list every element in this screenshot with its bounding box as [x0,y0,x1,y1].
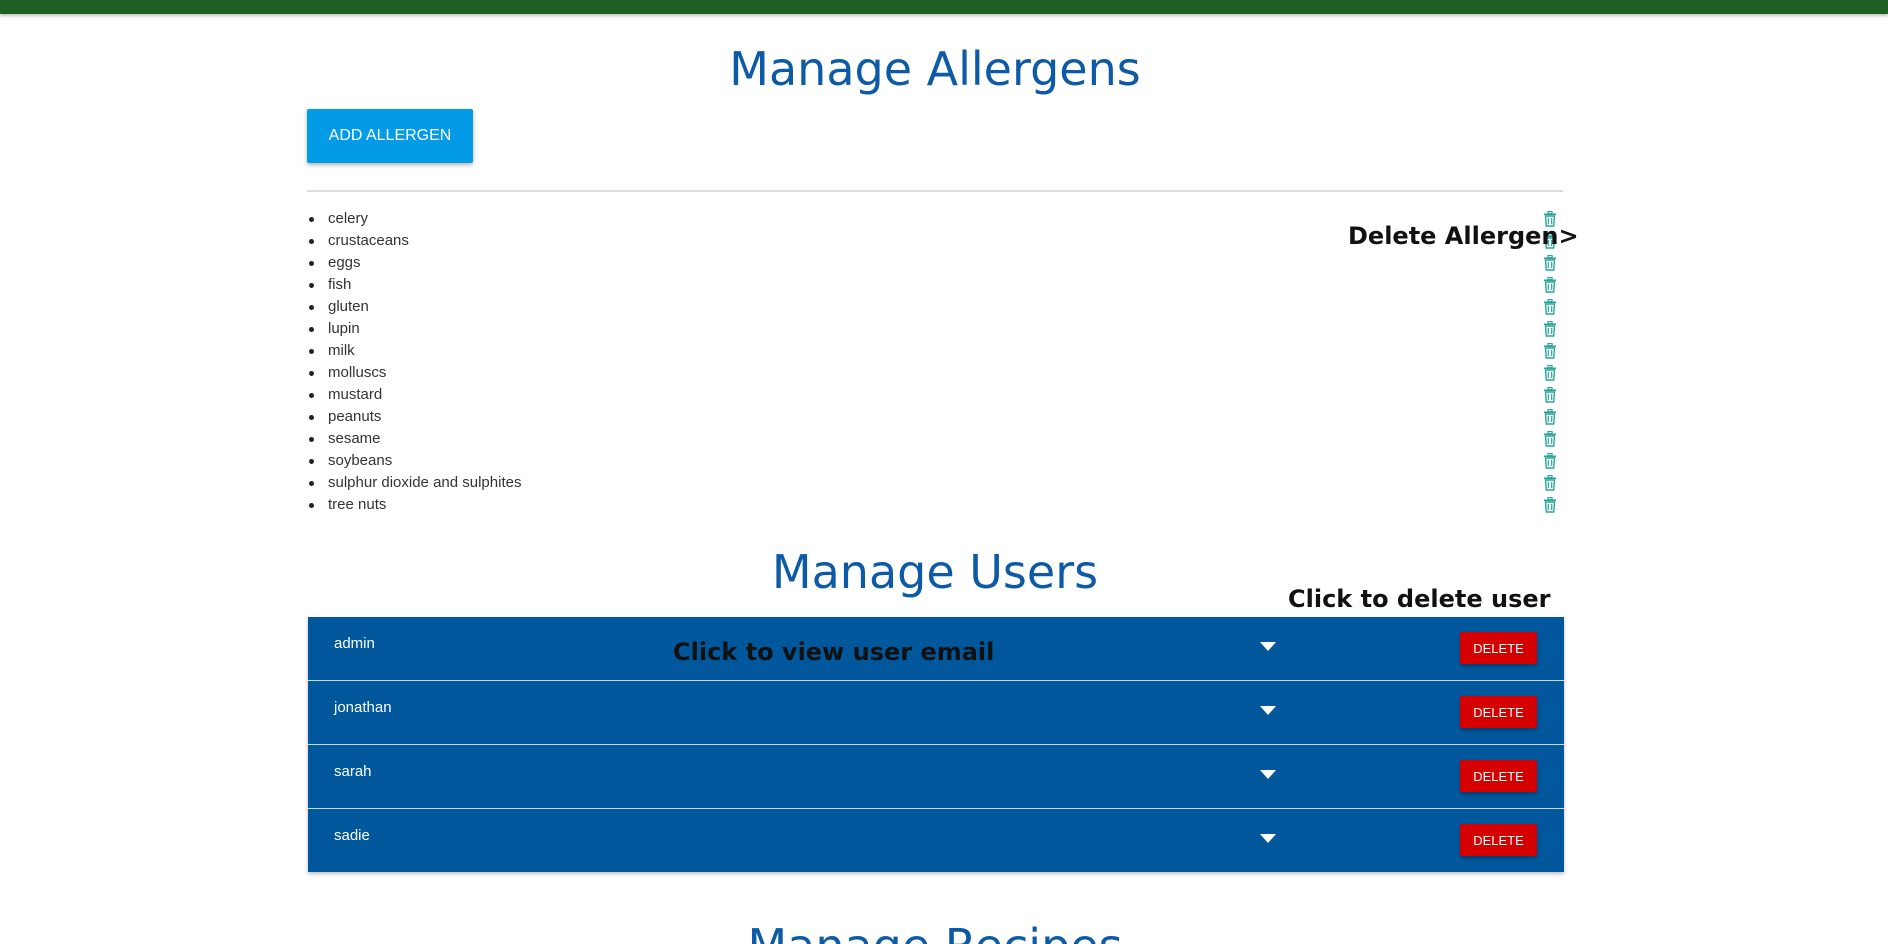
allergen-label: lupin [328,320,360,337]
bullet-icon [309,349,314,354]
page-title: Manage Allergens [729,42,1141,96]
allergen-item: tree nuts [307,494,1563,516]
allergen-item: soybeans [307,450,1563,472]
chevron-down-icon[interactable] [1260,642,1276,651]
allergen-item: eggs [307,252,1563,274]
trash-icon[interactable] [1543,497,1557,513]
allergen-item: sesame [307,428,1563,450]
bullet-icon [309,459,314,464]
delete-user-button[interactable]: DELETE [1460,696,1537,728]
delete-user-button[interactable]: DELETE [1460,824,1537,856]
bullet-icon [309,327,314,332]
allergen-item: molluscs [307,362,1563,384]
allergen-item: milk [307,340,1563,362]
delete-allergen-annotation: Delete Allergen> [1348,222,1579,250]
bullet-icon [309,393,314,398]
trash-icon[interactable] [1543,387,1557,403]
add-allergen-button[interactable]: ADD ALLERGEN [307,109,473,163]
bullet-icon [309,283,314,288]
chevron-down-icon[interactable] [1260,834,1276,843]
user-row[interactable]: sadie DELETE [308,809,1564,872]
allergen-list: celery crustaceans eggs fish gluten lupin milk… [307,208,1563,516]
view-email-annotation: Click to view user email [673,638,995,666]
delete-user-button[interactable]: DELETE [1460,760,1537,792]
user-row[interactable]: jonathan DELETE [308,681,1564,745]
chevron-down-icon[interactable] [1260,770,1276,779]
bullet-icon [309,437,314,442]
trash-icon[interactable] [1543,343,1557,359]
allergen-label: gluten [328,298,369,315]
allergen-label: crustaceans [328,232,409,249]
allergen-label: milk [328,342,355,359]
allergen-label: peanuts [328,408,382,425]
bullet-icon [309,371,314,376]
user-name: jonathan [334,699,392,716]
divider [307,190,1563,192]
allergen-label: eggs [328,254,361,271]
trash-icon[interactable] [1543,431,1557,447]
bullet-icon [309,415,314,420]
trash-icon[interactable] [1543,255,1557,271]
next-section-header: Manage Recipes [307,919,1563,944]
chevron-down-icon[interactable] [1260,706,1276,715]
user-name: sarah [334,763,372,780]
next-section-title: Manage Recipes [307,919,1563,944]
bullet-icon [309,217,314,222]
bullet-icon [309,481,314,486]
allergen-item: mustard [307,384,1563,406]
allergen-label: sulphur dioxide and sulphites [328,474,522,491]
user-row[interactable]: sarah DELETE [308,745,1564,809]
top-bar [0,0,1888,14]
bullet-icon [309,305,314,310]
allergen-label: sesame [328,430,381,447]
trash-icon[interactable] [1543,409,1557,425]
trash-icon[interactable] [1543,365,1557,381]
allergen-item: sulphur dioxide and sulphites [307,472,1563,494]
user-name: admin [334,635,375,652]
allergen-label: fish [328,276,352,293]
user-name: sadie [334,827,370,844]
allergen-item: lupin [307,318,1563,340]
allergen-label: soybeans [328,452,393,469]
allergen-label: molluscs [328,364,387,381]
allergen-item: peanuts [307,406,1563,428]
allergen-label: celery [328,210,369,227]
allergen-label: tree nuts [328,496,387,513]
bullet-icon [309,239,314,244]
bullet-icon [309,261,314,266]
trash-icon[interactable] [1543,453,1557,469]
trash-icon[interactable] [1543,277,1557,293]
trash-icon[interactable] [1543,299,1557,315]
delete-user-annotation: Click to delete user [1288,585,1551,613]
bullet-icon [309,503,314,508]
allergen-label: mustard [328,386,383,403]
allergen-item: gluten [307,296,1563,318]
trash-icon[interactable] [1543,321,1557,337]
trash-icon[interactable] [1543,475,1557,491]
delete-user-button[interactable]: DELETE [1460,632,1537,664]
allergens-section-header: Manage Allergens [307,42,1563,96]
allergen-item: fish [307,274,1563,296]
